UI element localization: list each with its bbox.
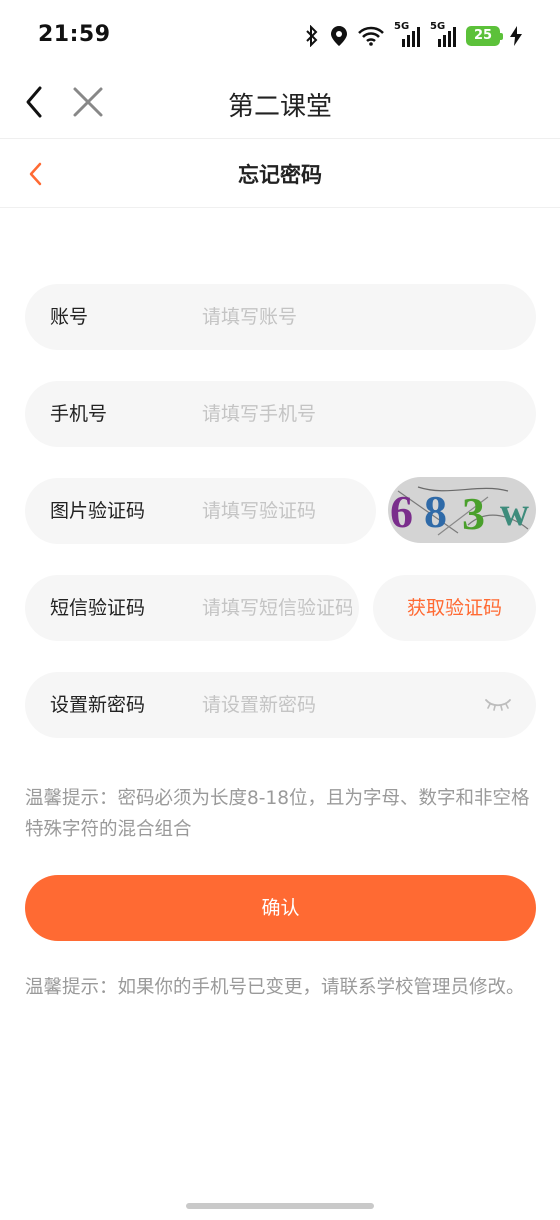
status-icons: 5G 5G 25 [304, 21, 522, 50]
new-password-label: 设置新密码 [50, 694, 146, 716]
account-input[interactable] [202, 284, 502, 350]
charging-icon [510, 26, 522, 46]
home-indicator[interactable] [186, 1203, 374, 1209]
captcha-char: 3 [462, 488, 485, 539]
status-time: 21:59 [38, 22, 111, 47]
app-navbar: 第二课堂 [0, 70, 560, 139]
phone-input[interactable] [202, 381, 502, 447]
account-label: 账号 [50, 306, 89, 328]
sms-code-input[interactable] [202, 575, 352, 641]
confirm-button[interactable]: 确认 [25, 875, 536, 941]
cell-signal-2: 5G [430, 21, 456, 47]
image-code-label: 图片验证码 [50, 500, 146, 522]
new-password-field: 设置新密码 [25, 672, 536, 738]
app-title: 第二课堂 [227, 92, 332, 122]
captcha-char: 6 [390, 486, 413, 537]
location-icon [331, 26, 347, 46]
status-bar: 21:59 5G 5G 25 [0, 0, 560, 70]
page-header: 忘记密码 [0, 139, 560, 208]
new-password-input[interactable] [202, 672, 472, 738]
sms-code-label: 短信验证码 [50, 597, 146, 619]
battery-indicator: 25 [466, 26, 503, 46]
cell-signal-1: 5G [394, 21, 420, 47]
image-code-input[interactable] [202, 478, 362, 544]
get-sms-code-button[interactable]: 获取验证码 [373, 575, 536, 641]
phone-changed-tip: 温馨提示：如果你的手机号已变更，请联系学校管理员修改。 [25, 977, 525, 998]
phone-field: 手机号 [25, 381, 536, 447]
bluetooth-icon [306, 25, 318, 47]
phone-label: 手机号 [50, 403, 108, 425]
network-type-label: 5G [394, 21, 410, 32]
captcha-image[interactable]: 6 8 3 w [388, 477, 536, 543]
network-type-label: 5G [430, 21, 446, 32]
captcha-char: w [500, 489, 529, 534]
sms-code-field: 短信验证码 [25, 575, 359, 641]
page-title: 忘记密码 [238, 163, 322, 187]
image-code-field: 图片验证码 [25, 478, 376, 544]
forgot-password-screen: 21:59 5G 5G 25 第二课堂 忘记密码 账号 请填写账号 手机号 请填… [0, 0, 560, 1220]
eye-closed-icon[interactable] [484, 694, 512, 714]
password-rule-tip: 温馨提示：密码必须为长度8-18位，且为字母、数字和非空格特殊字符的混合组合 [25, 788, 530, 840]
account-field: 账号 [25, 284, 536, 350]
captcha-char: 8 [424, 486, 447, 537]
wifi-icon [358, 26, 384, 46]
captcha-graphic: 6 8 3 w [390, 486, 529, 539]
